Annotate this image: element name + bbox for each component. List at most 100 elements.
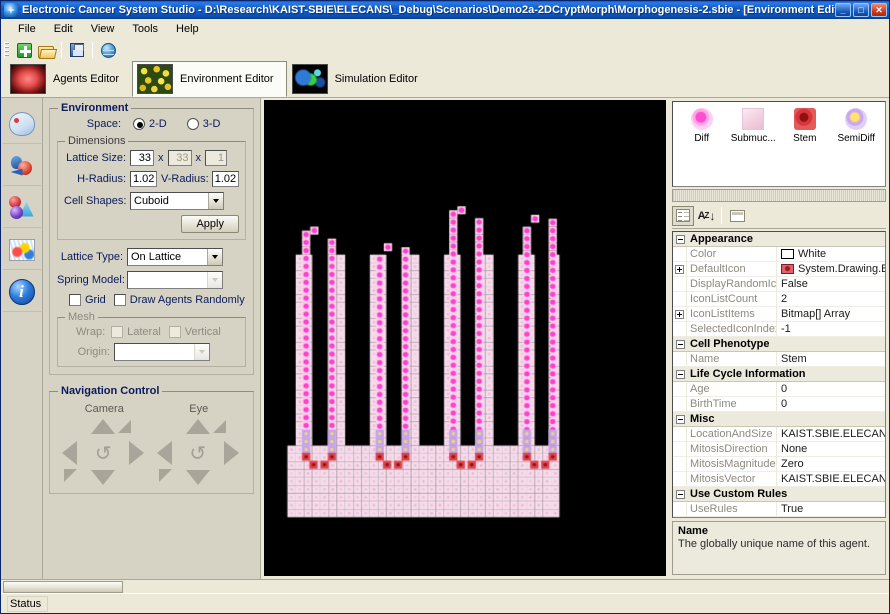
property-value[interactable]: -1 xyxy=(777,322,885,336)
h-radius-input[interactable]: 1.02 xyxy=(130,171,157,187)
property-row[interactable]: Name Stem xyxy=(673,352,885,367)
toolbar-grip[interactable] xyxy=(4,42,9,58)
lattice-type-combo[interactable]: On Lattice xyxy=(127,248,223,266)
property-row[interactable]: SelectedIconIndex -1 xyxy=(673,322,885,337)
property-grid[interactable]: Appearance Color White DefaultIcon System.Dr… xyxy=(672,231,886,518)
minimize-button[interactable]: _ xyxy=(835,3,851,17)
menu-view[interactable]: View xyxy=(82,21,124,37)
web-button[interactable] xyxy=(98,41,118,60)
wrap-vertical-checkbox[interactable] xyxy=(168,326,181,338)
menu-tools[interactable]: Tools xyxy=(123,21,167,37)
property-category-row[interactable]: Misc xyxy=(673,412,885,427)
expand-plus-icon[interactable] xyxy=(673,307,687,321)
simulation-viewport[interactable] xyxy=(264,100,666,576)
camera-left-arrow[interactable] xyxy=(62,441,78,465)
camera-zoom-out-arrow[interactable] xyxy=(64,469,78,482)
camera-down-arrow[interactable] xyxy=(91,470,116,485)
category-toggle-icon[interactable] xyxy=(673,487,687,501)
camera-up-arrow[interactable] xyxy=(91,419,116,434)
rail-item-shapes[interactable] xyxy=(2,188,41,228)
eye-up-arrow[interactable] xyxy=(185,419,210,434)
rail-item-agents[interactable] xyxy=(2,146,41,186)
rail-item-appearance[interactable] xyxy=(2,104,41,144)
property-value[interactable]: KAIST.SBIE.ELECANS. xyxy=(777,472,885,486)
lattice-y-input[interactable]: 33 xyxy=(167,150,192,166)
wrap-lateral-checkbox[interactable] xyxy=(111,326,124,338)
property-row[interactable]: IconListCount 2 xyxy=(673,292,885,307)
property-value[interactable]: Bitmap[] Array xyxy=(777,307,885,321)
property-row[interactable]: IconListItems Bitmap[] Array xyxy=(673,307,885,322)
cell-shapes-combo[interactable]: Cuboid xyxy=(130,192,224,210)
spring-model-combo[interactable] xyxy=(127,271,223,289)
agent-item-stem[interactable]: Stem xyxy=(780,108,830,186)
save-button[interactable] xyxy=(67,41,87,60)
close-button[interactable]: ✕ xyxy=(871,3,887,17)
property-category-row[interactable]: Cell Phenotype xyxy=(673,337,885,352)
property-value[interactable]: True xyxy=(777,502,885,516)
document-scrollbar[interactable] xyxy=(1,579,889,593)
property-value[interactable]: 0 xyxy=(777,382,885,396)
property-row[interactable]: Color White xyxy=(673,247,885,262)
categorized-button[interactable] xyxy=(672,205,694,226)
property-value[interactable]: Zero xyxy=(777,457,885,471)
property-value[interactable]: None xyxy=(777,442,885,456)
property-value[interactable]: KAIST.SBIE.ELECANS. xyxy=(777,427,885,441)
category-toggle-icon[interactable] xyxy=(673,337,687,351)
property-row[interactable]: Age 0 xyxy=(673,382,885,397)
property-category-row[interactable]: Appearance xyxy=(673,232,885,247)
new-button[interactable] xyxy=(14,41,34,60)
space-3d-radio[interactable] xyxy=(186,118,199,130)
property-value[interactable]: Stem xyxy=(777,352,885,366)
alphabetical-button[interactable]: A Z ↓ xyxy=(695,206,717,226)
property-category-row[interactable]: Life Cycle Information xyxy=(673,367,885,382)
eye-left-arrow[interactable] xyxy=(156,441,172,465)
property-row[interactable]: LocationAndSize KAIST.SBIE.ELECANS. xyxy=(673,427,885,442)
apply-button[interactable]: Apply xyxy=(181,215,239,233)
category-toggle-icon[interactable] xyxy=(673,367,687,381)
agent-item-submucosa[interactable]: Submuc... xyxy=(729,108,779,186)
open-button[interactable] xyxy=(36,41,56,60)
eye-zoom-out-arrow[interactable] xyxy=(158,469,172,482)
lattice-z-input[interactable]: 1 xyxy=(205,150,227,166)
tab-environment-editor[interactable]: Environment Editor xyxy=(132,61,287,97)
tab-agents-editor[interactable]: Agents Editor xyxy=(5,61,133,97)
category-toggle-icon[interactable] xyxy=(673,232,687,246)
property-value[interactable]: 0 xyxy=(777,397,885,411)
grid-checkbox[interactable] xyxy=(69,294,81,306)
property-value[interactable]: White xyxy=(777,247,885,261)
camera-right-arrow[interactable] xyxy=(129,441,145,465)
rail-item-info[interactable]: i xyxy=(2,272,41,312)
property-row[interactable]: MitosisVector KAIST.SBIE.ELECANS. xyxy=(673,472,885,487)
property-value[interactable]: 2 xyxy=(777,292,885,306)
camera-rotate-icon[interactable]: ↺ xyxy=(89,439,117,467)
property-value[interactable]: False xyxy=(777,277,885,291)
expand-plus-icon[interactable] xyxy=(673,262,687,276)
property-row[interactable]: MitosisDirection None xyxy=(673,442,885,457)
simulation-canvas[interactable] xyxy=(265,101,665,575)
property-category-row[interactable]: Use Custom Rules xyxy=(673,487,885,502)
camera-zoom-in-arrow[interactable] xyxy=(118,420,132,433)
property-row[interactable]: DefaultIcon System.Drawing.Bit xyxy=(673,262,885,277)
property-row[interactable]: DisplayRandomIco False xyxy=(673,277,885,292)
maximize-button[interactable]: □ xyxy=(853,3,869,17)
menu-help[interactable]: Help xyxy=(167,21,208,37)
rail-item-surface[interactable] xyxy=(2,230,41,270)
property-pages-button[interactable] xyxy=(726,206,748,226)
scrollbar-thumb[interactable] xyxy=(3,580,123,593)
menu-edit[interactable]: Edit xyxy=(45,21,82,37)
agent-item-semidiff[interactable]: SemiDiff xyxy=(832,108,882,186)
property-row[interactable]: UseRules True xyxy=(673,502,885,517)
lattice-x-input[interactable]: 33 xyxy=(130,150,154,166)
property-value[interactable]: System.Drawing.Bit xyxy=(777,262,885,276)
tab-simulation-editor[interactable]: Simulation Editor xyxy=(286,61,431,97)
agent-palette-scrollbar[interactable] xyxy=(672,189,886,202)
property-row[interactable]: BirthTime 0 xyxy=(673,397,885,412)
eye-rotate-icon[interactable]: ↺ xyxy=(184,439,212,467)
eye-zoom-in-arrow[interactable] xyxy=(212,420,226,433)
draw-agents-randomly-checkbox[interactable] xyxy=(113,294,126,306)
space-2d-radio[interactable] xyxy=(133,118,145,130)
origin-combo[interactable] xyxy=(114,343,210,361)
v-radius-input[interactable]: 1.02 xyxy=(211,171,239,187)
category-toggle-icon[interactable] xyxy=(673,412,687,426)
property-row[interactable]: MitosisMagnitude Zero xyxy=(673,457,885,472)
